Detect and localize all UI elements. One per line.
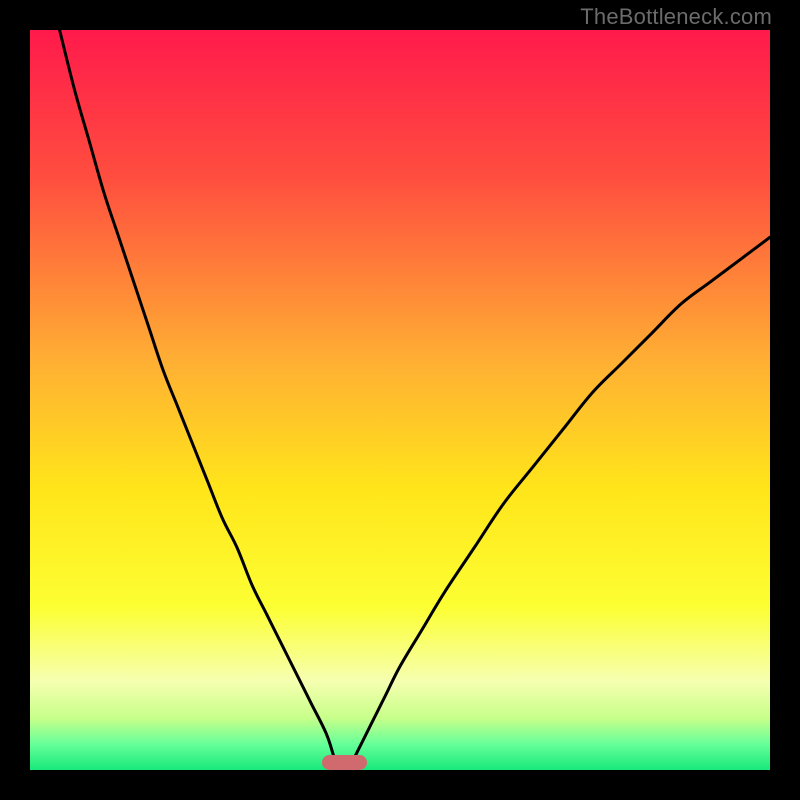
curve-layer — [30, 30, 770, 770]
left-branch-curve — [60, 30, 334, 755]
chart-frame: TheBottleneck.com — [0, 0, 800, 800]
watermark-text: TheBottleneck.com — [580, 4, 772, 30]
plot-area — [30, 30, 770, 770]
right-branch-curve — [356, 237, 770, 755]
bottleneck-marker — [322, 755, 366, 770]
